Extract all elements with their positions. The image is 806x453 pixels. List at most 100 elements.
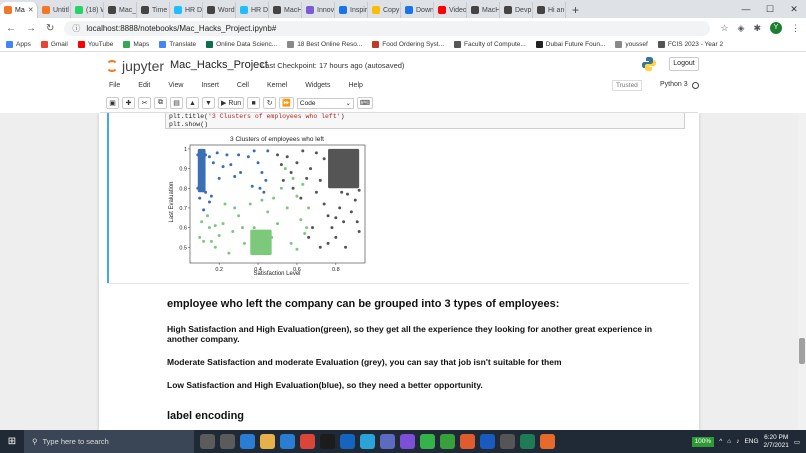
browser-tab[interactable]: Devp✕: [500, 2, 533, 18]
logout-button[interactable]: Logout: [669, 57, 699, 71]
close-window-icon[interactable]: ✕: [782, 0, 806, 18]
taskbar-app-icon[interactable]: [200, 434, 215, 449]
taskbar-app-icon[interactable]: [280, 434, 295, 449]
clock[interactable]: 6:20 PM 2/7/2021: [764, 434, 789, 450]
maximize-icon[interactable]: ☐: [758, 0, 782, 18]
browser-tab[interactable]: MacH✕: [269, 2, 302, 18]
browser-tab[interactable]: Untitl✕: [38, 2, 71, 18]
run-button[interactable]: ▶ Run: [218, 97, 245, 109]
taskbar-search[interactable]: ⚲ Type here to search: [24, 430, 194, 453]
bookmark-item[interactable]: Apps: [6, 41, 31, 48]
bookmark-item[interactable]: 18 Best Online Reso...: [287, 41, 362, 48]
taskbar-app-icon[interactable]: [520, 434, 535, 449]
browser-tab[interactable]: Copy c✕: [368, 2, 401, 18]
browser-tab[interactable]: Video✕: [434, 2, 467, 18]
menu-item[interactable]: Edit: [129, 82, 159, 89]
jupyter-logo[interactable]: jupyter: [106, 58, 164, 74]
notebook-name[interactable]: Mac_Hacks_Project: [170, 59, 268, 71]
new-tab-icon[interactable]: +: [566, 2, 585, 18]
taskbar-app-icon[interactable]: [440, 434, 455, 449]
back-icon[interactable]: ←: [6, 23, 16, 34]
insert-cell-icon[interactable]: ✚: [122, 97, 135, 109]
bookmark-item[interactable]: Dubai Future Foun...: [535, 41, 605, 48]
paste-icon[interactable]: ▤: [170, 97, 183, 109]
cell-type-select[interactable]: Code ⌄: [296, 97, 354, 109]
browser-tab[interactable]: Downl✕: [401, 2, 434, 18]
url-field[interactable]: ⓘ localhost:8888/notebooks/Mac_Hacks_Pro…: [64, 20, 711, 36]
restart-icon[interactable]: ↻: [263, 97, 277, 109]
taskbar-app-icon[interactable]: [360, 434, 375, 449]
star-icon[interactable]: ☆: [720, 23, 728, 34]
taskbar-app-icon[interactable]: [460, 434, 475, 449]
move-up-icon[interactable]: ▲: [186, 97, 199, 109]
fast-forward-icon[interactable]: ⏩: [279, 97, 294, 109]
browser-tab[interactable]: Innov✕: [302, 2, 335, 18]
bookmark-item[interactable]: YouTube: [77, 41, 113, 48]
zoom-badge[interactable]: 100%: [691, 436, 715, 447]
browser-tab[interactable]: HR Da✕: [236, 2, 269, 18]
chevron-up-icon[interactable]: ^: [719, 438, 722, 445]
taskbar-app-icon[interactable]: [260, 434, 275, 449]
taskbar-app-icon[interactable]: [380, 434, 395, 449]
code-cell[interactable]: plt.title('3 Clusters of employees who l…: [165, 113, 685, 129]
browser-tab[interactable]: (18) W✕: [71, 2, 104, 18]
network-icon[interactable]: ⌂: [727, 438, 731, 445]
stop-icon[interactable]: ■: [247, 97, 261, 109]
extensions-icon[interactable]: ✱: [753, 23, 761, 34]
menu-item[interactable]: Kernel: [258, 82, 296, 89]
bookmark-item[interactable]: Translate: [159, 41, 196, 48]
menu-item[interactable]: Help: [340, 82, 372, 89]
minimize-icon[interactable]: —: [734, 0, 758, 18]
menu-dots-icon[interactable]: ⋮: [791, 23, 800, 34]
taskbar-app-icon[interactable]: [300, 434, 315, 449]
bookmark-item[interactable]: Gmail: [40, 41, 68, 48]
taskbar-app-icon[interactable]: [480, 434, 495, 449]
taskbar-app-icon[interactable]: [220, 434, 235, 449]
bookmark-item[interactable]: Maps: [123, 41, 149, 48]
data-point: [217, 233, 221, 237]
save-icon[interactable]: ▣: [106, 97, 119, 109]
taskbar-app-icon[interactable]: [420, 434, 435, 449]
bookmark-item[interactable]: Faculty of Compute...: [454, 41, 526, 48]
windows-start-icon[interactable]: ⊞: [0, 436, 24, 447]
bookmark-item[interactable]: youssef: [615, 41, 648, 48]
bookmark-item[interactable]: Online Data Scienc...: [206, 41, 277, 48]
menu-item[interactable]: Widgets: [296, 82, 339, 89]
bookmark-item[interactable]: FCIS 2023 - Year 2: [657, 41, 723, 48]
browser-tab[interactable]: MacH✕: [467, 2, 500, 18]
notifications-icon[interactable]: ▭: [794, 438, 800, 446]
menu-item[interactable]: View: [159, 82, 192, 89]
avatar[interactable]: Y: [770, 22, 782, 34]
taskbar-app-icon[interactable]: [240, 434, 255, 449]
taskbar-app-icon[interactable]: [500, 434, 515, 449]
volume-icon[interactable]: ♪: [736, 438, 739, 445]
page-scrollbar[interactable]: [798, 113, 806, 430]
taskbar-app-icon[interactable]: [540, 434, 555, 449]
taskbar-app-icon[interactable]: [400, 434, 415, 449]
browser-tab[interactable]: Time C✕: [137, 2, 170, 18]
browser-tab[interactable]: HR Da✕: [170, 2, 203, 18]
browser-tab[interactable]: Ma ✕: [0, 2, 38, 18]
bookmark-item[interactable]: Food Ordering Syst...: [372, 41, 444, 48]
menu-item[interactable]: File: [100, 82, 129, 89]
move-down-icon[interactable]: ▼: [202, 97, 215, 109]
browser-tab[interactable]: Hi an✕: [533, 2, 566, 18]
language-indicator[interactable]: ENG: [744, 438, 758, 445]
tab-label: MacH: [284, 6, 302, 14]
cut-icon[interactable]: ✂: [138, 97, 151, 109]
reload-icon[interactable]: ↻: [46, 23, 54, 34]
scrollbar-thumb[interactable]: [799, 338, 805, 364]
taskbar-app-icon[interactable]: [340, 434, 355, 449]
browser-tab[interactable]: Word✕: [203, 2, 236, 18]
shield-icon[interactable]: ◈: [738, 23, 745, 34]
close-tab-icon[interactable]: ✕: [28, 6, 34, 14]
taskbar-app-icon[interactable]: [320, 434, 335, 449]
browser-tab[interactable]: Mac_H✕: [104, 2, 137, 18]
browser-tab[interactable]: Inspira✕: [335, 2, 368, 18]
copy-icon[interactable]: ⧉: [154, 97, 167, 109]
menu-item[interactable]: Cell: [228, 82, 258, 89]
menu-item[interactable]: Insert: [192, 82, 228, 89]
forward-icon[interactable]: →: [26, 23, 36, 34]
keyboard-icon[interactable]: ⌨: [356, 97, 373, 109]
trusted-indicator[interactable]: Trusted: [612, 80, 642, 91]
